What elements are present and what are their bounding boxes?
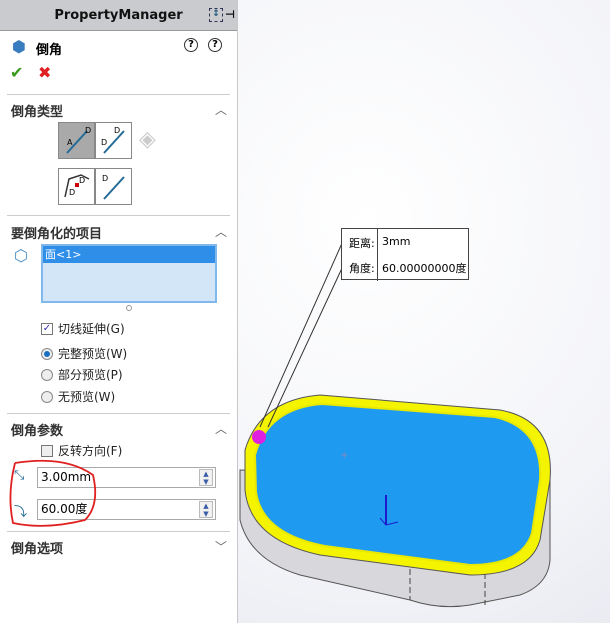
- distance-distance-type-button[interactable]: DD: [95, 122, 132, 159]
- collapse-chevron-icon[interactable]: ︿: [215, 420, 227, 437]
- vertex-type-icon[interactable]: ◈: [139, 127, 156, 152]
- chamfer-feature-icon: ⬢: [12, 37, 26, 56]
- pm-header: PropertyManager ↕ ⊣: [0, 0, 237, 31]
- svg-text:D: D: [102, 174, 108, 183]
- property-manager: PropertyManager ↕ ⊣ ⬢ 倒角 ? ? ✔ ✖ 倒角类型 ︿ A…: [0, 0, 238, 623]
- cancel-x-icon[interactable]: ✖: [38, 63, 51, 82]
- full-preview-radio[interactable]: 完整预览(W): [41, 345, 127, 362]
- offset-face-type-button[interactable]: DD: [58, 168, 95, 205]
- radio-label: 完整预览(W): [58, 347, 128, 361]
- svg-text:D: D: [79, 176, 85, 185]
- origin-mark: +: [340, 450, 348, 461]
- section-title-options: 倒角选项: [11, 542, 64, 557]
- handle-point[interactable]: [252, 430, 266, 444]
- distance-label: 距离:: [349, 237, 375, 250]
- angle-label: 角度:: [349, 262, 375, 275]
- angle-spinner[interactable]: ▲ ▼: [199, 501, 213, 518]
- help-icon[interactable]: ?: [208, 38, 222, 52]
- radio-label: 无预览(W): [58, 390, 116, 404]
- resize-handle[interactable]: [126, 305, 132, 311]
- red-annotation-circle: [9, 459, 97, 527]
- svg-text:D: D: [69, 188, 75, 197]
- expand-icon[interactable]: ↕: [208, 8, 223, 22]
- angle-value[interactable]: 60.00000000度: [382, 260, 466, 276]
- svg-text:A: A: [67, 138, 73, 147]
- face-face-type-button[interactable]: D: [95, 168, 132, 205]
- radio[interactable]: [41, 368, 53, 381]
- angle-distance-type-button[interactable]: AD: [58, 122, 95, 159]
- dimension-callout[interactable]: 距离: 3mm 角度: 60.00000000度: [341, 228, 469, 281]
- radio[interactable]: [41, 347, 53, 360]
- distance-spinner[interactable]: ▲ ▼: [199, 469, 213, 486]
- svg-text:D: D: [85, 126, 91, 135]
- items-selection-box[interactable]: 面<1>: [41, 244, 217, 303]
- pin-icon[interactable]: ⊣: [225, 8, 235, 22]
- face-selection-icon: ⬡: [14, 246, 28, 265]
- collapse-chevron-icon[interactable]: ︿: [215, 101, 227, 118]
- feature-title: 倒角: [36, 43, 63, 58]
- tangent-propagation-checkbox[interactable]: ✓ 切线延伸(G): [41, 320, 125, 337]
- svg-text:D: D: [114, 126, 120, 135]
- partial-preview-radio[interactable]: 部分预览(P): [41, 366, 123, 383]
- no-preview-radio[interactable]: 无预览(W): [41, 388, 115, 405]
- ok-check-icon[interactable]: ✔: [10, 63, 23, 82]
- checkbox-label: 切线延伸(G): [58, 322, 125, 336]
- section-title-parameters: 倒角参数: [11, 424, 64, 439]
- selection-item[interactable]: 面<1>: [43, 246, 215, 263]
- section-title-chamfer-type: 倒角类型: [11, 105, 64, 120]
- expand-chevron-icon[interactable]: ﹀: [215, 538, 227, 555]
- svg-text:D: D: [101, 138, 107, 147]
- whats-new-help-icon[interactable]: ?: [184, 38, 198, 52]
- checkbox[interactable]: ✓: [41, 322, 53, 335]
- pm-title: PropertyManager: [54, 7, 183, 23]
- collapse-chevron-icon[interactable]: ︿: [215, 223, 227, 240]
- distance-value[interactable]: 3mm: [382, 235, 410, 248]
- radio-label: 部分预览(P): [58, 368, 123, 382]
- section-title-items: 要倒角化的项目: [11, 227, 103, 242]
- radio[interactable]: [41, 390, 53, 403]
